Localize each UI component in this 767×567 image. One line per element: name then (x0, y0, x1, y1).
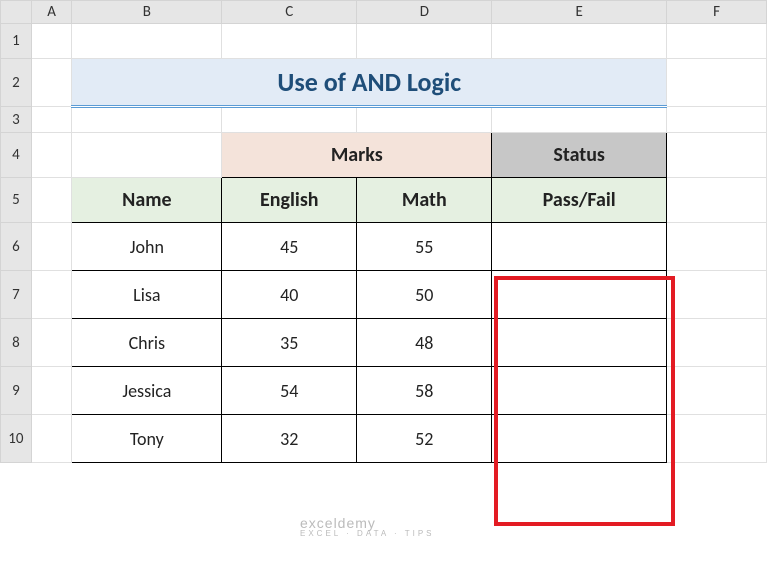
table-row[interactable]: 54 (222, 367, 357, 415)
english-header[interactable]: English (222, 178, 357, 223)
col-header-D[interactable]: D (357, 1, 492, 24)
cell-C1[interactable] (222, 24, 357, 59)
table-row[interactable]: 48 (357, 319, 492, 367)
cell-A4[interactable] (31, 133, 72, 178)
col-header-E[interactable]: E (492, 1, 667, 24)
cell-A1[interactable] (31, 24, 72, 59)
cell-F10[interactable] (667, 415, 767, 463)
cell-B1[interactable] (72, 24, 222, 59)
table-row[interactable]: 58 (357, 367, 492, 415)
cell-F8[interactable] (667, 319, 767, 367)
row-header-5[interactable]: 5 (1, 178, 32, 223)
cell-D1[interactable] (357, 24, 492, 59)
table-row[interactable] (492, 223, 667, 271)
cell-A10[interactable] (31, 415, 72, 463)
cell-A9[interactable] (31, 367, 72, 415)
table-row[interactable] (492, 319, 667, 367)
spreadsheet-grid[interactable]: A B C D E F 1 2 Use of AND Logic 3 4 (0, 0, 767, 463)
passfail-header[interactable]: Pass/Fail (492, 178, 667, 223)
cell-A3[interactable] (31, 107, 72, 133)
table-row[interactable]: 35 (222, 319, 357, 367)
table-row[interactable]: Chris (72, 319, 222, 367)
row-header-1[interactable]: 1 (1, 24, 32, 59)
col-header-C[interactable]: C (222, 1, 357, 24)
status-header[interactable]: Status (492, 133, 667, 178)
col-header-B[interactable]: B (72, 1, 222, 24)
cell-F6[interactable] (667, 223, 767, 271)
cell-F3[interactable] (667, 107, 767, 133)
table-row[interactable]: 52 (357, 415, 492, 463)
row-header-9[interactable]: 9 (1, 367, 32, 415)
cell-A2[interactable] (31, 59, 72, 107)
table-row[interactable]: John (72, 223, 222, 271)
cell-A8[interactable] (31, 319, 72, 367)
select-all-corner[interactable] (1, 1, 32, 24)
cell-B3[interactable] (72, 107, 222, 133)
table-row[interactable]: 50 (357, 271, 492, 319)
table-row[interactable] (492, 367, 667, 415)
row-header-7[interactable]: 7 (1, 271, 32, 319)
table-row[interactable]: Tony (72, 415, 222, 463)
row-header-10[interactable]: 10 (1, 415, 32, 463)
cell-C3[interactable] (222, 107, 357, 133)
row-header-2[interactable]: 2 (1, 59, 32, 107)
cell-A6[interactable] (31, 223, 72, 271)
cell-E1[interactable] (492, 24, 667, 59)
cell-F5[interactable] (667, 178, 767, 223)
cell-F7[interactable] (667, 271, 767, 319)
watermark: exceldemy EXCEL · DATA · TIPS (300, 515, 435, 538)
table-row[interactable]: Lisa (72, 271, 222, 319)
cell-A7[interactable] (31, 271, 72, 319)
col-header-F[interactable]: F (667, 1, 767, 24)
table-row[interactable]: 32 (222, 415, 357, 463)
marks-header[interactable]: Marks (222, 133, 492, 178)
row-header-8[interactable]: 8 (1, 319, 32, 367)
cell-B4[interactable] (72, 133, 222, 178)
cell-F1[interactable] (667, 24, 767, 59)
math-header[interactable]: Math (357, 178, 492, 223)
table-row[interactable] (492, 271, 667, 319)
row-header-3[interactable]: 3 (1, 107, 32, 133)
cell-A5[interactable] (31, 178, 72, 223)
table-row[interactable]: 40 (222, 271, 357, 319)
table-row[interactable]: 55 (357, 223, 492, 271)
cell-E3[interactable] (492, 107, 667, 133)
row-header-4[interactable]: 4 (1, 133, 32, 178)
watermark-main: exceldemy (300, 515, 376, 531)
cell-F9[interactable] (667, 367, 767, 415)
watermark-sub: EXCEL · DATA · TIPS (300, 529, 435, 538)
title-cell[interactable]: Use of AND Logic (72, 59, 667, 107)
cell-F2[interactable] (667, 59, 767, 107)
cell-D3[interactable] (357, 107, 492, 133)
col-header-A[interactable]: A (31, 1, 72, 24)
name-header[interactable]: Name (72, 178, 222, 223)
row-header-6[interactable]: 6 (1, 223, 32, 271)
cell-F4[interactable] (667, 133, 767, 178)
table-row[interactable]: Jessica (72, 367, 222, 415)
table-row[interactable] (492, 415, 667, 463)
table-row[interactable]: 45 (222, 223, 357, 271)
